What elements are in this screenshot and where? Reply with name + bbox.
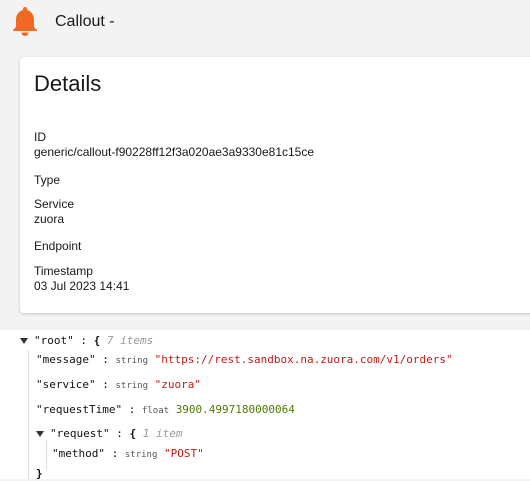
json-root-node[interactable]: "root" : { 7 items (20, 334, 153, 348)
field-label: Endpoint (34, 239, 82, 253)
json-type: string (115, 356, 148, 366)
field-label: Service (34, 197, 75, 211)
json-value: 3900.4997180000064 (175, 403, 295, 416)
json-brace: } (36, 467, 43, 480)
field-type: Type (34, 173, 60, 187)
json-key: "service" (36, 378, 96, 391)
page-title: Callout - (55, 13, 115, 30)
json-key: "root" (34, 334, 74, 347)
json-row-service: "service" : string "zuora" (36, 378, 201, 393)
json-type: string (115, 381, 148, 391)
field-value: generic/callout-f90228ff12f3a020ae3a9330… (34, 145, 315, 159)
json-brace: { (129, 427, 137, 440)
json-colon: : (80, 334, 87, 347)
json-request-node[interactable]: "request" : { 1 item (36, 427, 182, 441)
json-row-requestTime: "requestTime" : float 3900.4997180000064 (36, 403, 295, 418)
field-value: zuora (34, 212, 65, 226)
field-label: Timestamp (34, 264, 93, 278)
json-viewer: "root" : { 7 items "message" : string "h… (0, 330, 530, 480)
json-item-count: 7 items (106, 334, 154, 347)
bell-icon (13, 7, 37, 36)
indent-guide (46, 440, 47, 470)
json-type: string (124, 450, 158, 460)
field-timestamp: Timestamp 03 Jul 2023 14:41 (34, 264, 129, 293)
field-value: 03 Jul 2023 14:41 (34, 279, 130, 293)
field-endpoint: Endpoint (34, 239, 81, 253)
field-service: Service zuora (34, 197, 74, 226)
json-key: "request" (50, 427, 110, 440)
json-colon: : (102, 378, 109, 391)
indent-guide (28, 350, 29, 479)
json-key: "message" (36, 353, 96, 366)
json-colon: : (128, 403, 136, 416)
json-value: "POST" (164, 447, 204, 460)
json-colon: : (111, 447, 119, 460)
json-key: "requestTime" (36, 403, 123, 416)
json-type: float (141, 406, 170, 416)
json-row-method: "method" : string "POST" (52, 447, 204, 462)
caret-down-icon[interactable] (36, 431, 44, 437)
field-label: ID (34, 130, 46, 144)
field-label: Type (34, 173, 61, 187)
caret-down-icon[interactable] (20, 338, 28, 344)
json-row-message: "message" : string "https://rest.sandbox… (36, 353, 453, 368)
json-colon: : (116, 427, 123, 440)
field-id: ID generic/callout-f90228ff12f3a020ae3a9… (34, 130, 314, 159)
details-title: Details (34, 71, 102, 96)
page-header: Callout - (0, 0, 530, 44)
json-brace: { (93, 334, 101, 347)
details-card: Details ID generic/callout-f90228ff12f3a… (20, 57, 530, 313)
json-value: "zuora" (154, 378, 201, 391)
json-colon: : (102, 353, 109, 366)
json-key: "method" (52, 447, 105, 460)
json-item-count: 1 item (142, 427, 183, 440)
json-value: "https://rest.sandbox.na.zuora.com/v1/or… (154, 353, 453, 366)
